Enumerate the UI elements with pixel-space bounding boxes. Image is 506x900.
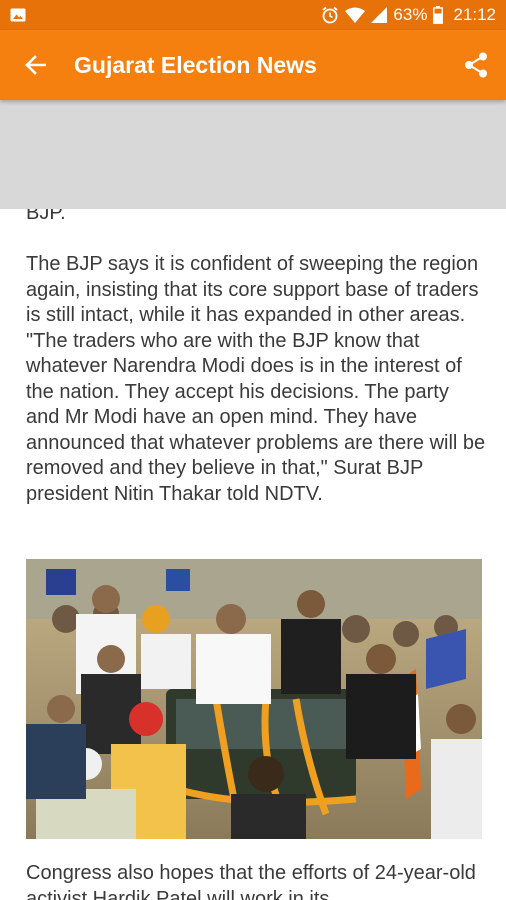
image-notification-icon [10,8,26,22]
status-time: 21:12 [453,5,496,24]
crowd-photo-illustration [26,559,482,839]
signal-icon [371,7,388,23]
back-button[interactable] [0,30,70,100]
status-right: 63% 21:12 [321,5,496,25]
article-photo[interactable] [26,559,482,839]
ad-banner-placeholder[interactable] [0,100,506,209]
back-arrow-icon [25,55,46,75]
article-cut-text: BJP. [26,209,66,224]
status-left [10,8,26,22]
article-paragraph: The BJP says it is confident of sweeping… [26,253,486,505]
app-bar: Gujarat Election News [0,30,506,100]
battery-percent: 63% [393,5,428,24]
status-bar: 63% 21:12 [0,0,506,30]
alarm-icon [322,6,338,24]
share-button[interactable] [446,30,506,100]
battery-icon [433,6,444,24]
wifi-icon [345,7,366,23]
share-icon [465,52,487,78]
article-paragraph: Congress also hopes that the efforts of … [26,862,476,900]
page-title: Gujarat Election News [74,51,317,78]
article-content[interactable]: BJP. The BJP says it is confident of swe… [0,209,506,900]
